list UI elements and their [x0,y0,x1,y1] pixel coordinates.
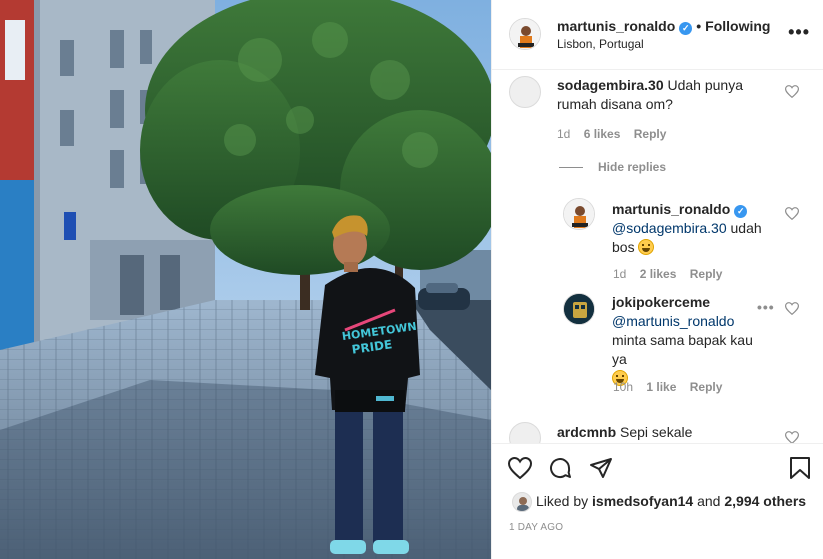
verified-badge-icon: ✓ [734,205,748,218]
comment-text: Sepi sekale [620,424,693,440]
comment-bubble-icon[interactable] [548,456,572,480]
reply-body: jokipokerceme @martunis_ronaldo minta sa… [612,293,762,388]
post-header: martunis_ronaldo ✓ • Following Lisbon, Port… [492,0,823,70]
reply-avatar[interactable] [563,293,595,325]
liked-by-user[interactable]: ismedsofyan14 [592,493,693,509]
liked-by-others[interactable]: 2,994 others [724,493,806,509]
author-username[interactable]: martunis_ronaldo [557,18,675,34]
comment-body: ardcmnb Sepi sekale [557,423,777,442]
like-reply-heart-icon[interactable] [785,302,799,315]
hide-replies-button[interactable]: Hide replies [598,160,666,174]
separator-dot: • [696,18,702,34]
hide-replies-line [559,167,583,168]
comment-username[interactable]: sodagembira.30 [557,77,664,93]
comment-body: sodagembira.30 Udah punya rumah disana o… [557,76,777,114]
reply-avatar[interactable] [563,198,595,230]
reply-text: minta sama bapak kau ya [612,332,753,367]
save-bookmark-icon[interactable] [789,456,811,480]
liked-by-prefix: Liked by [536,493,589,509]
reply-username[interactable]: jokipokerceme [612,294,710,310]
commenter-avatar[interactable] [509,76,541,108]
liked-by-and: and [697,493,721,509]
post-actions: Liked by ismedsofyan14 and 2,994 others … [492,443,823,559]
reply-button[interactable]: Reply [690,380,723,394]
comments-list[interactable]: sodagembira.30 Udah punya rumah disana o… [492,71,823,443]
share-paper-plane-icon[interactable] [589,456,613,480]
commenter-avatar[interactable] [509,422,541,443]
reply-options-icon[interactable]: ••• [757,299,775,315]
post-photo[interactable]: HOMETOWN PRIDE [0,0,491,559]
reply-likes[interactable]: 1 like [646,380,676,394]
liker-avatar[interactable] [512,492,532,512]
author-avatar[interactable] [509,18,541,50]
following-button[interactable]: Following [705,18,770,34]
comment-meta: 1d 6 likes Reply [557,127,676,141]
reply-button[interactable]: Reply [690,267,723,281]
reply-time[interactable]: 10h [613,380,633,394]
comment-username[interactable]: ardcmnb [557,424,616,440]
more-options-icon[interactable]: ••• [788,22,810,43]
author-line: martunis_ronaldo ✓ • Following [557,18,770,35]
like-reply-heart-icon[interactable] [785,207,799,220]
post-side-panel: martunis_ronaldo ✓ • Following Lisbon, Port… [491,0,823,559]
reply-mention[interactable]: @sodagembira.30 [612,220,727,236]
post-timestamp[interactable]: 1 DAY AGO [509,522,563,533]
like-heart-icon[interactable] [508,457,532,479]
reply-body: martunis_ronaldo ✓ @sodagembira.30 udah b… [612,200,782,257]
comment-time[interactable]: 1d [557,127,570,141]
reply-button[interactable]: Reply [634,127,667,141]
like-comment-heart-icon[interactable] [785,85,799,98]
post-photo-illustration: HOMETOWN PRIDE [0,0,491,559]
reply-meta: 10h 1 like Reply [613,380,732,394]
reply-meta: 1d 2 likes Reply [613,267,732,281]
like-comment-heart-icon[interactable] [785,431,799,443]
post-location[interactable]: Lisbon, Portugal [557,37,644,51]
reply-time[interactable]: 1d [613,267,626,281]
liked-by-line: Liked by ismedsofyan14 and 2,994 others [536,493,806,509]
reply-likes[interactable]: 2 likes [640,267,677,281]
comment-likes[interactable]: 6 likes [584,127,621,141]
reply-username[interactable]: martunis_ronaldo [612,201,730,217]
grinning-emoji-icon [638,239,655,255]
verified-badge-icon: ✓ [679,22,693,35]
reply-mention[interactable]: @martunis_ronaldo [612,313,734,329]
